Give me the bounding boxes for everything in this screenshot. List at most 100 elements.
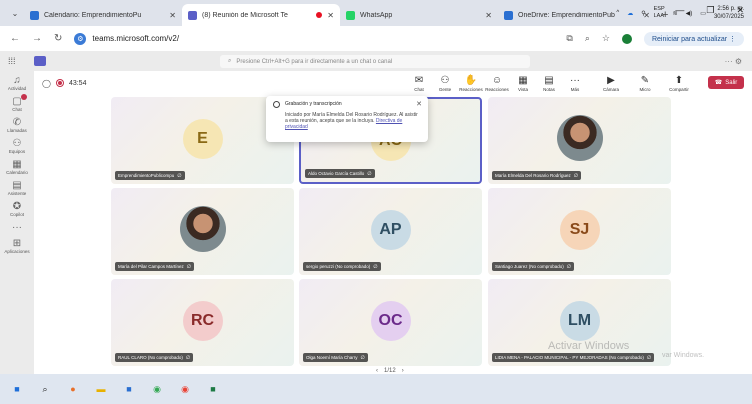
browser-tab[interactable]: (8) Reunión de Microsoft Te ✕ xyxy=(182,4,340,26)
update-button[interactable]: Reiniciar para actualizar ⋮ xyxy=(643,31,744,46)
participant-tile[interactable]: LM LIDIA MENA - PALACIO MUNICIPAL - PY ME… xyxy=(488,279,671,366)
profile-avatar[interactable] xyxy=(621,33,632,44)
file-explorer-icon[interactable]: ▬ xyxy=(94,382,108,396)
url-field[interactable]: ⚙ teams.microsoft.com/v2/ xyxy=(74,32,179,45)
phone-icon: ✆ xyxy=(12,117,22,128)
install-app-icon[interactable]: ⧉ xyxy=(566,33,572,44)
meeting-control-button[interactable]: ☺ Reacciones xyxy=(484,75,510,92)
rail-item[interactable]: ▢ Chat xyxy=(0,94,34,112)
rail-item[interactable]: ♫ Actividad xyxy=(0,75,34,91)
browser-tab[interactable]: WhatsApp ✕ xyxy=(340,4,498,26)
recording-indicator-icon xyxy=(56,80,63,86)
teams-search-input[interactable]: ⌕ Presione Ctrl+Alt+G para ir directamen… xyxy=(220,55,530,68)
meeting-control-button[interactable]: ✎ Micro xyxy=(628,75,662,92)
rail-item[interactable]: ▦ Calendario xyxy=(0,159,34,175)
rail-item[interactable]: ⊞ Aplicaciones xyxy=(0,238,34,254)
participant-tile[interactable]: María del Pilar Campos Martínez ∅ xyxy=(111,188,294,275)
tab-search-icon[interactable]: ⌄ xyxy=(6,4,24,22)
participant-name: Aldo Octavio García Castillo xyxy=(308,171,365,176)
tab-close-icon[interactable]: ✕ xyxy=(169,11,176,20)
store-icon[interactable]: ■ xyxy=(122,382,136,396)
popup-close-icon[interactable]: ✕ xyxy=(416,100,422,108)
meeting-control-label: Gente xyxy=(438,87,452,92)
participant-tile[interactable]: María Elmelda Del Rosario Rodríguez ∅ xyxy=(488,97,671,184)
zoom-icon[interactable]: ⌕ xyxy=(585,33,590,44)
tab-close-icon[interactable]: ✕ xyxy=(327,11,334,20)
tab-favicon-icon xyxy=(346,10,355,20)
site-info-icon[interactable]: ⚙ xyxy=(74,32,87,45)
recording-icon xyxy=(273,101,280,108)
meeting-control-button[interactable]: ✉ Chat xyxy=(406,75,432,92)
windows-start-icon[interactable]: ■ xyxy=(10,382,24,396)
weather-icon[interactable]: ☁ xyxy=(627,10,633,17)
language-indicator[interactable]: ESP LAA xyxy=(654,6,665,20)
address-bar: ← → ↻ ⚙ teams.microsoft.com/v2/ ⧉ ⌕ ☆ Re… xyxy=(0,26,752,51)
view-icon: ▦ xyxy=(518,75,528,86)
location-icon[interactable]: ⚲ xyxy=(641,10,645,17)
rail-item[interactable]: ▤ Asistente xyxy=(0,180,34,196)
rail-item-label: Equipos xyxy=(8,149,26,154)
rail-item[interactable]: ··· xyxy=(0,222,34,233)
meeting-control-button[interactable]: ▤ Notas xyxy=(536,75,562,92)
meeting-header: ◯ 43:54 ✉ Chat ⚇ Gente ✋ Reacciones ☺ Reaccione… xyxy=(34,71,752,95)
rail-item[interactable]: ⚇ Equipos xyxy=(0,138,34,154)
edge-icon[interactable]: ● xyxy=(66,382,80,396)
wifi-icon[interactable]: ≋ xyxy=(673,10,678,17)
chat-icon: ▢ xyxy=(12,94,27,107)
meeting-control-label: Reacciones xyxy=(485,87,509,92)
meeting-control-button[interactable]: ··· Más xyxy=(562,75,588,92)
meeting-timer: 43:54 xyxy=(68,79,87,87)
clock[interactable]: 2:56 p. m. 30/07/2025 xyxy=(714,5,744,21)
excel-icon[interactable]: ■ xyxy=(206,382,220,396)
chrome-profile-icon[interactable]: ◉ xyxy=(178,382,192,396)
participant-tile[interactable]: OC Olga Noemí María Charry ∅ xyxy=(299,279,482,366)
participant-tile[interactable]: AP sergio peruzzi (No comprobado) ∅ xyxy=(299,188,482,275)
app-launcher-icon[interactable]: ⁞⁞⁞ xyxy=(8,56,16,66)
mic-muted-icon: ∅ xyxy=(177,172,182,179)
volume-icon[interactable]: ◀) xyxy=(686,10,693,17)
chat-icon: ✉ xyxy=(414,75,424,86)
participant-name: Santiago Juarez (No comprobado) xyxy=(495,264,564,269)
meeting-control-label: Vista xyxy=(518,87,528,92)
meeting-controls: ✉ Chat ⚇ Gente ✋ Reacciones ☺ Reacciones ▦ Vista ▤… xyxy=(406,75,588,92)
participant-tile[interactable]: RC RAUL CLARO (No comprobado) ∅ xyxy=(111,279,294,366)
tray-chevron-icon[interactable]: ^ xyxy=(616,10,619,16)
copilot-icon: ✪ xyxy=(12,201,22,212)
participant-name: RAUL CLARO (No comprobado) xyxy=(118,355,183,360)
tab-label: Calendario: EmprendimientoPu xyxy=(44,11,142,19)
bookmark-star-icon[interactable]: ☆ xyxy=(602,33,610,44)
clock-date: 30/07/2025 xyxy=(713,14,744,20)
tab-close-icon[interactable]: ✕ xyxy=(485,11,492,20)
meeting-control-button[interactable]: ✋ Reacciones xyxy=(458,75,484,92)
meeting-info-icon[interactable]: ◯ xyxy=(42,79,51,88)
meeting-control-button[interactable]: ▦ Vista xyxy=(510,75,536,92)
tab-label: (8) Reunión de Microsoft Te xyxy=(202,11,288,19)
mic-off-icon: ✎ xyxy=(640,75,650,86)
meeting-control-label: Micro xyxy=(639,87,651,92)
participant-avatar: AP xyxy=(370,210,411,250)
teams-more-icon[interactable]: ··· ⚙ xyxy=(725,57,742,66)
participant-name-tag: Aldo Octavio García Castillo ∅ xyxy=(305,169,375,178)
meeting-control-label: Notas xyxy=(543,87,555,92)
browser-tab[interactable]: Calendario: EmprendimientoPu ✕ xyxy=(24,4,182,26)
meeting-control-button[interactable]: ▶ Cámara xyxy=(594,75,628,92)
clock-time: 2:56 p. m. xyxy=(717,6,744,12)
leave-button[interactable]: ☎ Salir xyxy=(708,76,744,89)
mic-muted-icon: ∅ xyxy=(186,263,192,270)
chrome-icon[interactable]: ◉ xyxy=(150,382,164,396)
back-icon[interactable]: ← xyxy=(10,33,20,44)
search-icon[interactable]: ⌕ xyxy=(38,382,52,396)
participant-avatar: OC xyxy=(370,301,411,341)
rail-item[interactable]: ✆ Llamadas xyxy=(0,117,34,133)
forward-icon[interactable]: → xyxy=(32,33,42,44)
windows-taskbar: ■ ⌕ ● ▬ ■ ◉ ◉ ■ xyxy=(0,374,752,404)
search-placeholder: Presione Ctrl+Alt+G para ir directamente… xyxy=(236,58,393,65)
meeting-control-button[interactable]: ⬆ Compartir xyxy=(662,75,696,92)
reload-icon[interactable]: ↻ xyxy=(54,33,62,44)
rail-item-label: Copilot xyxy=(9,212,24,217)
tab-label: WhatsApp xyxy=(360,11,393,19)
meeting-control-button[interactable]: ⚇ Gente xyxy=(432,75,458,92)
battery-icon[interactable]: ▭ xyxy=(700,10,706,17)
participant-tile[interactable]: SJ Santiago Juarez (No comprobado) ∅ xyxy=(488,188,671,275)
rail-item[interactable]: ✪ Copilot xyxy=(0,201,34,217)
